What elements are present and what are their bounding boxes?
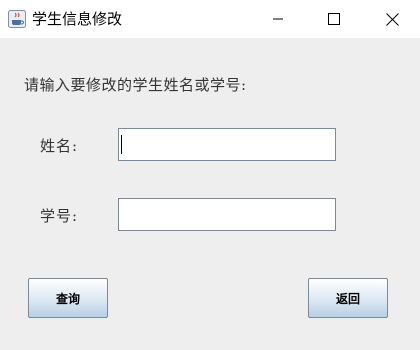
maximize-icon bbox=[328, 13, 340, 25]
close-button[interactable] bbox=[364, 0, 420, 38]
minimize-icon bbox=[273, 18, 283, 20]
window-title: 学生信息修改 bbox=[32, 10, 123, 28]
title-bar[interactable]: 学生信息修改 bbox=[0, 0, 420, 38]
back-button[interactable]: 返回 bbox=[308, 278, 388, 318]
name-input[interactable] bbox=[118, 128, 336, 161]
student-id-input[interactable] bbox=[118, 198, 336, 231]
minimize-button[interactable] bbox=[250, 0, 306, 38]
student-info-edit-window: 学生信息修改 请输入要修改的学生姓名或学号: 姓名: 学号: 查询 返回 bbox=[0, 0, 420, 350]
maximize-button[interactable] bbox=[306, 0, 362, 38]
instruction-label: 请输入要修改的学生姓名或学号: bbox=[24, 76, 247, 94]
name-label: 姓名: bbox=[40, 137, 79, 155]
text-caret bbox=[121, 135, 122, 154]
java-coffee-cup-icon bbox=[8, 10, 26, 28]
query-button[interactable]: 查询 bbox=[28, 278, 108, 318]
student-id-label: 学号: bbox=[40, 207, 79, 225]
close-icon bbox=[385, 12, 399, 26]
